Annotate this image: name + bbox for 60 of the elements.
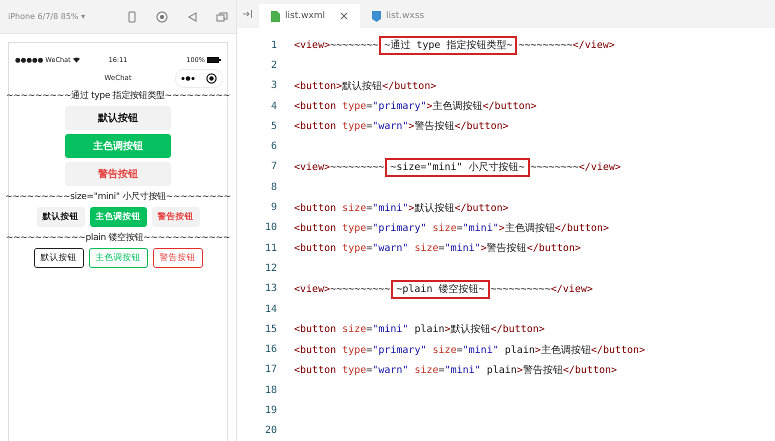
preview-button[interactable]: 主色调按钮 xyxy=(88,248,148,268)
line-number: 20 xyxy=(264,425,278,436)
preview-button[interactable]: 主色调按钮 xyxy=(65,134,171,158)
code-line: <view>~~~~~~~~~ ~size="mini" 小尺寸按钮~ ~~~~~~~~</view> xyxy=(294,160,621,174)
line-number: 3 xyxy=(270,80,278,92)
section-heading: ~~~~~~~~~通过 type 指定按钮类型~~~~~~~~~ xyxy=(6,90,230,102)
battery-icon xyxy=(206,57,221,63)
file-tab[interactable]: list.wxml xyxy=(259,4,360,28)
line-number: 1 xyxy=(270,40,278,51)
line-number: 2 xyxy=(270,60,278,71)
code-line: <button type="primary" size="mini">主色调按钮</button> xyxy=(294,222,609,235)
code-line: <button type="warn" size="mini">警告按钮</button> xyxy=(294,242,581,256)
code-line: <button type="primary" size="mini" plain>主色调按钮</button> xyxy=(294,344,646,357)
line-number: 7 xyxy=(270,161,278,172)
code-line: <button size="mini" plain>默认按钮</button> xyxy=(294,322,545,336)
more-icon[interactable] xyxy=(181,76,196,81)
line-number: 19 xyxy=(264,405,278,416)
line-number: 10 xyxy=(264,222,278,234)
phone-icon[interactable] xyxy=(126,10,138,22)
preview-button[interactable]: 警告按钮 xyxy=(152,248,202,268)
line-number: 13 xyxy=(264,283,278,294)
code-line: <view>~~~~~~~~~~ ~plain 镂空按钮~ ~~~~~~~~~~</view> xyxy=(294,282,593,296)
code-line: <button type="warn">警告按钮</button> xyxy=(294,120,509,134)
code-line: <view>~~~~~~~~ ~通过 type 指定按钮类型~ ~~~~~~~~~</view> xyxy=(294,38,615,52)
line-number: 16 xyxy=(264,344,278,356)
preview-button[interactable]: 默认按钮 xyxy=(65,106,171,130)
line-number: 6 xyxy=(270,141,278,152)
line-number: 5 xyxy=(270,120,278,132)
file-icon xyxy=(372,10,382,22)
line-number: 12 xyxy=(264,262,278,274)
section-heading: ~~~~~~~~~~~plain 镂空按钮~~~~~~~~~~~~ xyxy=(6,232,230,244)
line-number: 11 xyxy=(264,242,278,254)
code-line: <button type="warn" size="mini" plain>警告按钮</button> xyxy=(294,364,618,377)
device-selector[interactable]: iPhone 6/7/8 85% ▾ xyxy=(8,12,108,21)
line-number: 14 xyxy=(264,304,278,315)
line-number: 9 xyxy=(270,202,278,214)
line-number: 17 xyxy=(264,364,278,376)
windows-icon[interactable] xyxy=(216,10,228,22)
close-target-icon[interactable] xyxy=(206,73,217,84)
preview-button[interactable]: 默认按钮 xyxy=(34,248,84,268)
preview-button[interactable]: 默认按钮 xyxy=(36,207,84,227)
preview-button[interactable]: 警告按钮 xyxy=(65,162,171,186)
file-tab[interactable]: list.wxss xyxy=(360,4,436,28)
code-line: <button size="mini">默认按钮</button> xyxy=(294,202,509,215)
preview-button[interactable]: 主色调按钮 xyxy=(90,207,146,227)
preview-button[interactable]: 警告按钮 xyxy=(152,207,200,227)
line-number: 18 xyxy=(264,384,278,396)
capsule-menu[interactable] xyxy=(175,69,223,88)
line-number: 15 xyxy=(264,324,278,335)
close-icon[interactable] xyxy=(340,12,348,20)
collapse-icon[interactable] xyxy=(243,9,253,20)
section-heading: ~~~~~~~~~size="mini" 小尺寸按钮~~~~~~~~~ xyxy=(5,190,231,203)
code-line: <button>默认按钮</button> xyxy=(294,80,436,93)
file-icon xyxy=(271,10,280,22)
code-line: <button type="primary">主色调按钮</button> xyxy=(294,100,537,114)
line-number: 4 xyxy=(270,100,278,112)
wifi-icon xyxy=(72,57,80,63)
line-number: 8 xyxy=(270,182,278,193)
record-icon[interactable] xyxy=(156,10,168,22)
triangle-icon[interactable] xyxy=(186,10,198,22)
